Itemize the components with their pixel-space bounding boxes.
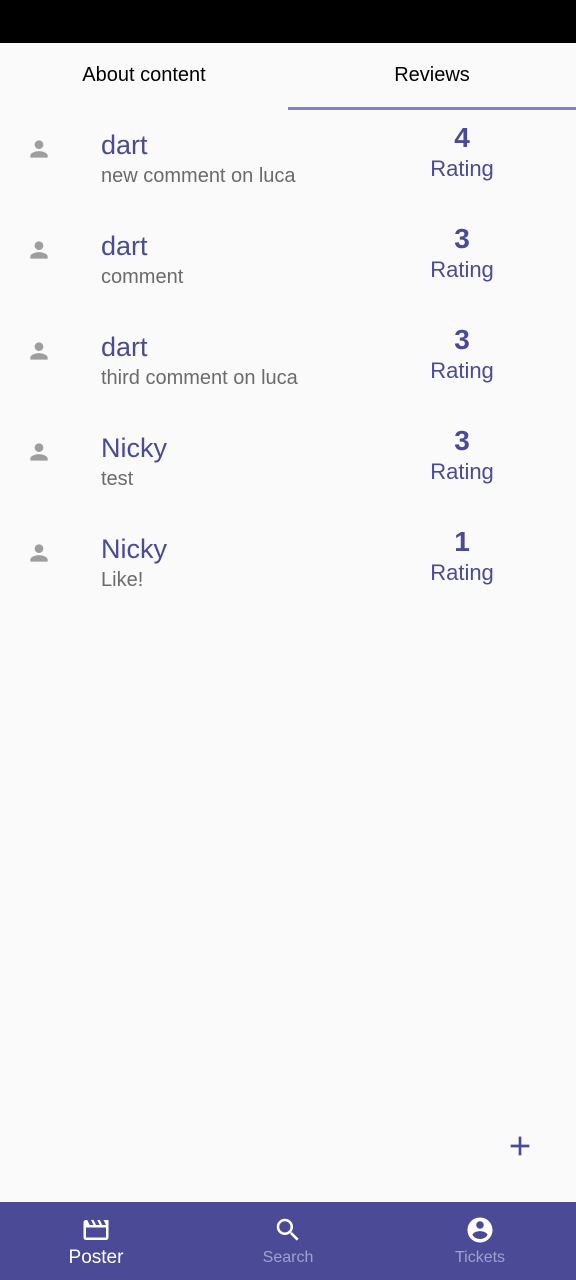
nav-label-tickets: Tickets: [454, 1249, 506, 1266]
review-comment: test: [101, 468, 134, 490]
nav-label-poster: Poster: [68, 1247, 124, 1268]
bottom-navigation: Poster Search Tickets: [0, 1202, 576, 1280]
rating-label: Rating: [430, 156, 494, 181]
review-comment: third comment on luca: [101, 367, 298, 389]
rating-block: 3 Rating: [412, 425, 512, 487]
rating-block: 3 Rating: [412, 223, 512, 285]
rating-label: Rating: [430, 459, 494, 484]
rating-block: 4 Rating: [412, 122, 512, 184]
nav-item-tickets[interactable]: Tickets: [384, 1202, 576, 1280]
status-bar: [0, 0, 576, 43]
review-list: dart new comment on luca 4 Rating dart c…: [0, 110, 576, 615]
review-comment: Like!: [101, 569, 144, 591]
rating-block: 1 Rating: [412, 526, 512, 588]
review-comment: new comment on luca: [101, 165, 296, 187]
person-icon: [30, 241, 48, 259]
person-icon: [30, 140, 48, 158]
rating-value: 4: [454, 122, 470, 153]
rating-label: Rating: [430, 257, 494, 282]
review-item[interactable]: Nicky test 3 Rating: [0, 413, 576, 514]
add-review-button[interactable]: [504, 1130, 536, 1162]
nav-item-search[interactable]: Search: [192, 1202, 384, 1280]
reviewer-name: Nicky: [101, 534, 167, 564]
tab-reviews[interactable]: Reviews: [288, 43, 576, 110]
tab-bar: About content Reviews: [0, 43, 576, 110]
search-icon: [276, 1218, 299, 1241]
rating-value: 3: [454, 223, 470, 254]
review-comment: comment: [101, 266, 184, 288]
rating-block: 3 Rating: [412, 324, 512, 386]
person-icon: [30, 443, 48, 461]
reviewer-name: dart: [101, 332, 148, 362]
reviewer-name: Nicky: [101, 433, 167, 463]
rating-label: Rating: [430, 358, 494, 383]
nav-label-search: Search: [262, 1249, 314, 1266]
person-icon: [30, 342, 48, 360]
movie-icon: [83, 1220, 109, 1240]
review-item[interactable]: Nicky Like! 1 Rating: [0, 514, 576, 615]
account-circle-icon: [467, 1217, 493, 1243]
nav-item-poster[interactable]: Poster: [0, 1202, 192, 1280]
rating-label: Rating: [430, 560, 494, 585]
review-item[interactable]: dart new comment on luca 4 Rating: [0, 110, 576, 211]
tab-about-content[interactable]: About content: [0, 43, 288, 110]
review-item[interactable]: dart third comment on luca 3 Rating: [0, 312, 576, 413]
rating-value: 3: [454, 324, 470, 355]
reviewer-name: dart: [101, 231, 148, 261]
add-icon: [510, 1136, 530, 1156]
tab-about-content-label: About content: [82, 64, 206, 86]
tab-reviews-label: Reviews: [394, 64, 470, 86]
rating-value: 3: [454, 425, 470, 456]
rating-value: 1: [454, 526, 470, 557]
review-item[interactable]: dart comment 3 Rating: [0, 211, 576, 312]
reviewer-name: dart: [101, 130, 148, 160]
person-icon: [30, 544, 48, 562]
